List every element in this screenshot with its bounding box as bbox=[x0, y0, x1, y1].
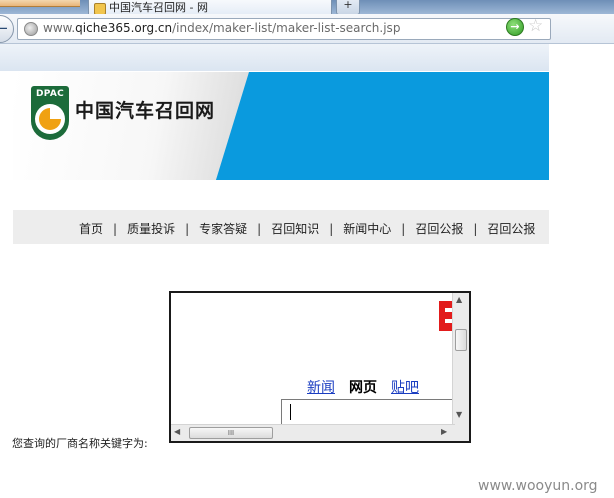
address-bar[interactable]: www.qiche365.org.cn/index/maker-list/mak… bbox=[17, 18, 551, 40]
watermark: www.wooyun.org bbox=[478, 478, 598, 494]
scroll-up-icon[interactable]: ▲ bbox=[456, 295, 462, 304]
scrollbar-corner bbox=[453, 425, 469, 441]
menu-item-expert-qa[interactable]: 专家答疑 bbox=[199, 220, 247, 237]
menu-separator: | bbox=[329, 222, 334, 236]
menu-item-home[interactable]: 首页 bbox=[79, 220, 103, 237]
vertical-scroll-thumb[interactable] bbox=[455, 329, 467, 351]
url-path: /index/maker-list/maker-list-search.jsp bbox=[172, 21, 401, 35]
globe-icon bbox=[24, 22, 38, 36]
site-header-banner: DPAC 中国汽车召回网 bbox=[13, 72, 549, 180]
url-text: www.qiche365.org.cn/index/maker-list/mak… bbox=[43, 21, 400, 35]
horizontal-scroll-thumb[interactable]: III bbox=[189, 427, 273, 439]
site-favicon-icon bbox=[94, 3, 106, 14]
dpac-logo-text: DPAC bbox=[35, 89, 64, 99]
tab-current[interactable]: 中国汽车召回网 - 网 bbox=[88, 0, 332, 14]
site-name: 中国汽车召回网 bbox=[75, 100, 216, 122]
main-menu: 首页 | 质量投诉 | 专家答疑 | 召回知识 | 新闻中心 | 召回公报 | 召回公报 bbox=[13, 210, 549, 244]
dpac-emblem-icon bbox=[35, 104, 65, 134]
menu-items: 首页 | 质量投诉 | 专家答疑 | 召回知识 | 新闻中心 | 召回公报 | 召回公报 bbox=[79, 220, 535, 237]
query-keyword-label: 您查询的厂商名称关键字为: bbox=[12, 437, 148, 450]
menu-item-recall-bulletin-2[interactable]: 召回公报 bbox=[487, 220, 535, 237]
text-caret bbox=[290, 404, 291, 420]
tab-title: 中国汽车召回网 - 网 bbox=[109, 1, 208, 14]
menu-separator: | bbox=[473, 222, 478, 236]
menu-separator: | bbox=[113, 222, 118, 236]
vertical-scrollbar[interactable]: ▲ ▼ bbox=[452, 293, 469, 425]
back-arrow-icon: ← bbox=[0, 19, 8, 37]
dpac-pie-icon bbox=[39, 108, 61, 130]
horizontal-scrollbar[interactable]: ◀ III ▶ bbox=[171, 424, 455, 441]
menu-item-recall-knowledge[interactable]: 召回知识 bbox=[271, 220, 319, 237]
menu-separator: | bbox=[185, 222, 190, 236]
tab-previous[interactable] bbox=[0, 0, 80, 7]
menu-item-news-center[interactable]: 新闻中心 bbox=[343, 220, 391, 237]
scroll-right-icon[interactable]: ▶ bbox=[441, 427, 447, 436]
tab-strip: 中国汽车召回网 - 网 + bbox=[0, 0, 614, 14]
scroll-left-icon[interactable]: ◀ bbox=[174, 427, 180, 436]
bookmark-star-icon[interactable]: ☆ bbox=[528, 16, 543, 36]
search-type-links: 新闻 网页 贴吧 bbox=[307, 377, 419, 397]
go-arrow-icon[interactable]: → bbox=[506, 18, 524, 36]
url-domain: qiche365.org.cn bbox=[75, 21, 173, 35]
back-button[interactable]: ← bbox=[0, 15, 14, 43]
link-news[interactable]: 新闻 bbox=[307, 380, 335, 396]
link-tieba[interactable]: 贴吧 bbox=[391, 380, 419, 396]
bookmarks-toolbar bbox=[0, 44, 549, 71]
embedded-search-input[interactable] bbox=[281, 399, 455, 425]
url-prefix: www. bbox=[43, 21, 76, 35]
new-tab-button[interactable]: + bbox=[336, 0, 360, 14]
menu-item-recall-bulletin[interactable]: 召回公报 bbox=[415, 220, 463, 237]
embedded-frame[interactable]: 新闻 网页 贴吧 ▲ ▼ ◀ III ▶ bbox=[169, 291, 471, 443]
menu-separator: | bbox=[257, 222, 262, 236]
logo-panel: DPAC 中国汽车召回网 bbox=[13, 72, 249, 180]
scroll-down-icon[interactable]: ▼ bbox=[456, 410, 462, 419]
menu-item-complaints[interactable]: 质量投诉 bbox=[127, 220, 175, 237]
link-web-active: 网页 bbox=[349, 380, 377, 396]
menu-separator: | bbox=[401, 222, 406, 236]
dpac-logo[interactable]: DPAC bbox=[31, 86, 69, 140]
